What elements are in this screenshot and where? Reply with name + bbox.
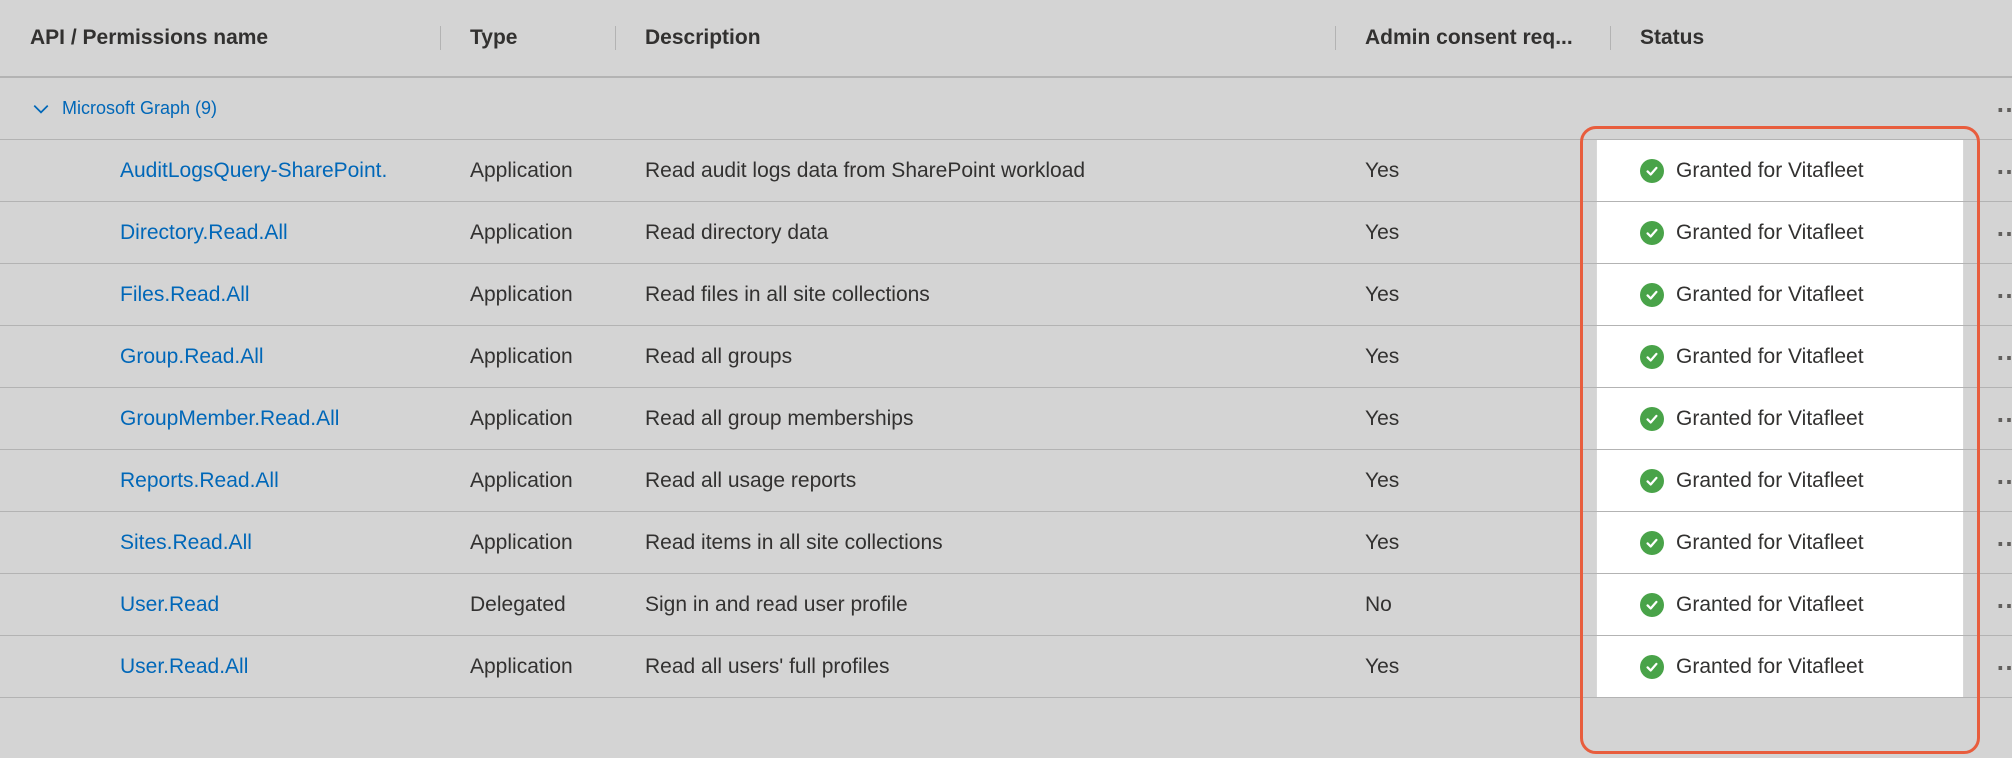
permission-link[interactable]: Reports.Read.All: [120, 469, 279, 492]
permission-type: Application: [440, 655, 615, 679]
col-header-type[interactable]: Type: [440, 26, 615, 50]
permission-link[interactable]: AuditLogsQuery-SharePoint.: [120, 159, 387, 182]
permission-desc: Read all groups: [615, 345, 1335, 369]
check-circle-icon: [1640, 159, 1664, 183]
permission-desc: Read files in all site collections: [615, 283, 1335, 307]
table-row: User.Read Delegated Sign in and read use…: [0, 574, 2012, 636]
permission-link[interactable]: GroupMember.Read.All: [120, 407, 339, 430]
permission-status: Granted for Vitafleet: [1676, 221, 1864, 245]
category-row[interactable]: Microsoft Graph (9) ⋯: [0, 78, 2012, 140]
more-icon[interactable]: ⋯: [1996, 282, 2012, 308]
check-circle-icon: [1640, 407, 1664, 431]
permission-status: Granted for Vitafleet: [1676, 531, 1864, 555]
permission-type: Application: [440, 407, 615, 431]
check-circle-icon: [1640, 593, 1664, 617]
permission-link[interactable]: User.Read.All: [120, 655, 248, 678]
category-label[interactable]: Microsoft Graph (9): [62, 98, 217, 119]
permission-desc: Read all usage reports: [615, 469, 1335, 493]
permission-type: Application: [440, 221, 615, 245]
more-icon[interactable]: ⋯: [1996, 220, 2012, 246]
more-icon[interactable]: ⋯: [1996, 406, 2012, 432]
check-circle-icon: [1640, 283, 1664, 307]
chevron-down-icon[interactable]: [30, 100, 52, 118]
permission-admin: Yes: [1335, 655, 1610, 679]
table-row: Group.Read.All Application Read all grou…: [0, 326, 2012, 388]
permission-admin: Yes: [1335, 221, 1610, 245]
permission-desc: Read audit logs data from SharePoint wor…: [615, 159, 1335, 183]
permission-status: Granted for Vitafleet: [1676, 159, 1864, 183]
col-header-name[interactable]: API / Permissions name: [0, 26, 440, 50]
table-row: Files.Read.All Application Read files in…: [0, 264, 2012, 326]
permission-desc: Sign in and read user profile: [615, 593, 1335, 617]
table-row: User.Read.All Application Read all users…: [0, 636, 2012, 698]
more-icon[interactable]: ⋯: [1996, 530, 2012, 556]
check-circle-icon: [1640, 531, 1664, 555]
permission-desc: Read all group memberships: [615, 407, 1335, 431]
check-circle-icon: [1640, 221, 1664, 245]
permission-admin: Yes: [1335, 345, 1610, 369]
permission-status: Granted for Vitafleet: [1676, 655, 1864, 679]
col-header-admin[interactable]: Admin consent req...: [1335, 26, 1610, 50]
permission-desc: Read items in all site collections: [615, 531, 1335, 555]
table-row: AuditLogsQuery-SharePoint. Application R…: [0, 140, 2012, 202]
table-row: GroupMember.Read.All Application Read al…: [0, 388, 2012, 450]
permission-admin: Yes: [1335, 469, 1610, 493]
permission-link[interactable]: Sites.Read.All: [120, 531, 252, 554]
more-icon[interactable]: ⋯: [1996, 592, 2012, 618]
more-icon[interactable]: ⋯: [1996, 158, 2012, 184]
table-row: Directory.Read.All Application Read dire…: [0, 202, 2012, 264]
permission-type: Application: [440, 159, 615, 183]
check-circle-icon: [1640, 345, 1664, 369]
permission-status: Granted for Vitafleet: [1676, 593, 1864, 617]
more-icon[interactable]: ⋯: [1996, 96, 2012, 122]
permission-type: Delegated: [440, 593, 615, 617]
col-header-status[interactable]: Status: [1610, 26, 1980, 50]
permission-link[interactable]: Directory.Read.All: [120, 221, 288, 244]
permission-link[interactable]: Group.Read.All: [120, 345, 264, 368]
permission-status: Granted for Vitafleet: [1676, 407, 1864, 431]
table-header-row: API / Permissions name Type Description …: [0, 0, 2012, 78]
check-circle-icon: [1640, 469, 1664, 493]
permission-link[interactable]: Files.Read.All: [120, 283, 250, 306]
permission-status: Granted for Vitafleet: [1676, 283, 1864, 307]
more-icon[interactable]: ⋯: [1996, 468, 2012, 494]
permission-status: Granted for Vitafleet: [1676, 469, 1864, 493]
permission-link[interactable]: User.Read: [120, 593, 219, 616]
permission-admin: Yes: [1335, 531, 1610, 555]
col-header-desc[interactable]: Description: [615, 26, 1335, 50]
permission-admin: Yes: [1335, 159, 1610, 183]
permission-admin: Yes: [1335, 407, 1610, 431]
permission-desc: Read all users' full profiles: [615, 655, 1335, 679]
table-row: Sites.Read.All Application Read items in…: [0, 512, 2012, 574]
permission-admin: Yes: [1335, 283, 1610, 307]
permission-desc: Read directory data: [615, 221, 1335, 245]
more-icon[interactable]: ⋯: [1996, 654, 2012, 680]
permission-type: Application: [440, 283, 615, 307]
permission-type: Application: [440, 469, 615, 493]
permissions-table: API / Permissions name Type Description …: [0, 0, 2012, 698]
table-row: Reports.Read.All Application Read all us…: [0, 450, 2012, 512]
more-icon[interactable]: ⋯: [1996, 344, 2012, 370]
permission-admin: No: [1335, 593, 1610, 617]
permission-status: Granted for Vitafleet: [1676, 345, 1864, 369]
permission-type: Application: [440, 531, 615, 555]
check-circle-icon: [1640, 655, 1664, 679]
permission-type: Application: [440, 345, 615, 369]
